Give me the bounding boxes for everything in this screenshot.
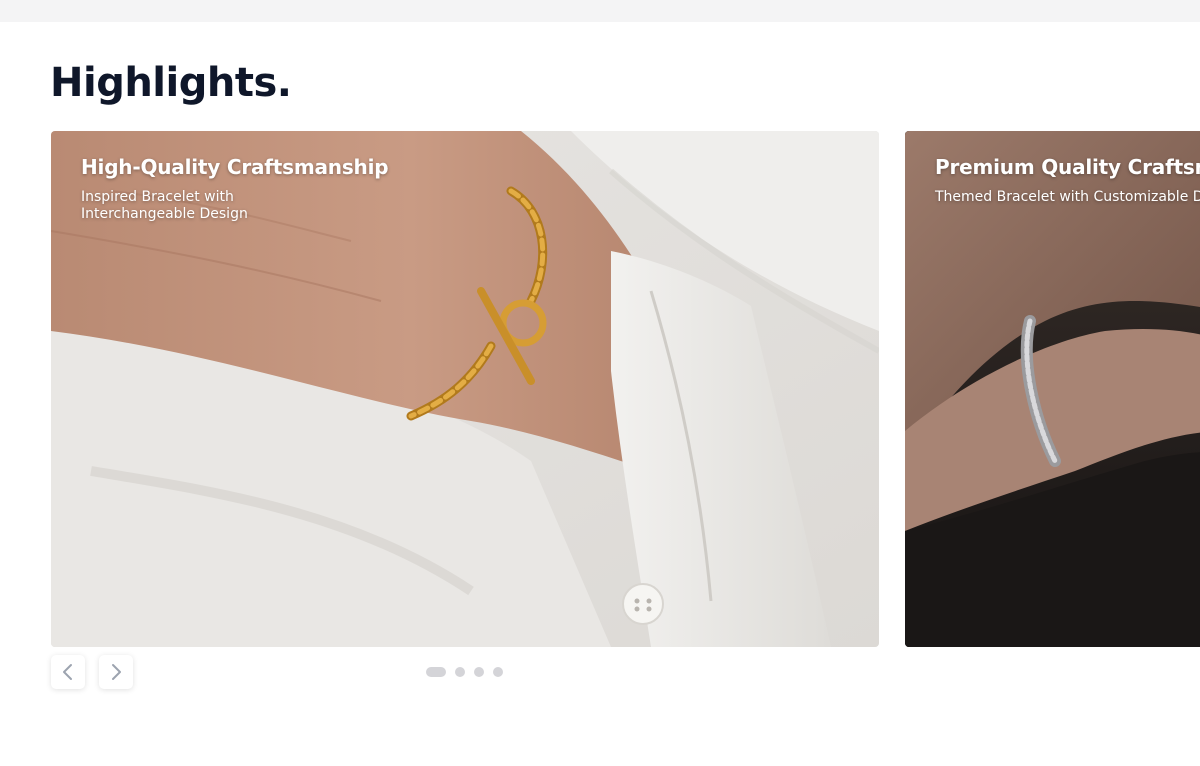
silver-bracelet-photo — [905, 131, 1200, 647]
slide-title: Premium Quality Craftsmanship — [935, 155, 1200, 179]
slide-subtitle: Inspired Bracelet with Interchangeable D… — [81, 189, 248, 222]
slide-title: High-Quality Craftsmanship — [81, 155, 389, 179]
slide-caption: Premium Quality Craftsmanship Themed Bra… — [935, 155, 1200, 206]
chevron-right-icon — [112, 664, 121, 680]
slide-gold-bracelet[interactable]: High-Quality Craftsmanship Inspired Brac… — [51, 131, 879, 647]
slide-caption: High-Quality Craftsmanship Inspired Brac… — [81, 155, 389, 223]
next-slide-button[interactable] — [99, 655, 133, 689]
pagination-dot[interactable] — [493, 666, 503, 677]
section-title: Highlights. — [50, 60, 292, 106]
top-bar — [0, 0, 1200, 22]
prev-slide-button[interactable] — [51, 655, 85, 689]
chevron-left-icon — [63, 664, 72, 680]
carousel-pagination — [426, 666, 503, 677]
slide-silver-bracelet[interactable]: Premium Quality Craftsmanship Themed Bra… — [905, 131, 1200, 647]
slide-subtitle: Themed Bracelet with Customizable Design — [935, 189, 1200, 205]
pagination-dot[interactable] — [455, 666, 465, 677]
pagination-dot[interactable] — [474, 666, 484, 677]
highlights-carousel[interactable]: High-Quality Craftsmanship Inspired Brac… — [51, 131, 1200, 647]
pagination-dot[interactable] — [426, 666, 446, 677]
